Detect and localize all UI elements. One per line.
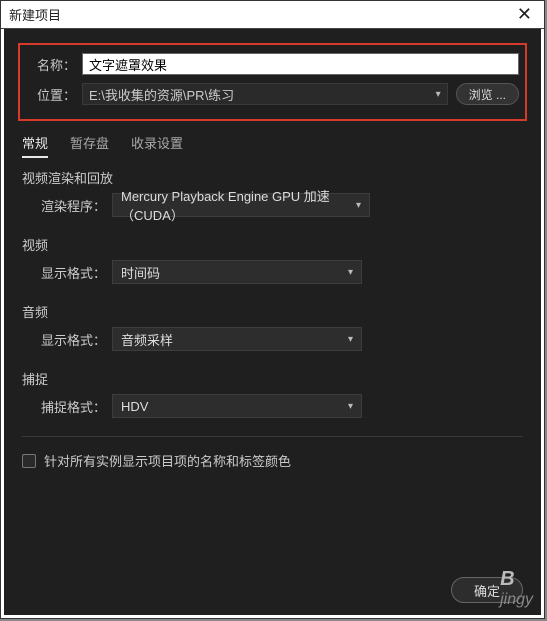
chevron-down-icon: ▾ [348, 401, 353, 412]
section-render-title: 视频渲染和回放 [22, 168, 523, 187]
capture-format-select[interactable]: HDV ▾ [112, 394, 362, 418]
capture-format-row: 捕捉格式： HDV ▾ [22, 394, 523, 418]
location-select[interactable]: E:\我收集的资源\PR\练习 ▾ [82, 83, 448, 105]
new-project-dialog: 新建项目 ✕ 名称： 位置： E:\我收集的资源\PR\练习 ▾ 浏览 ... … [0, 0, 545, 619]
video-format-select[interactable]: 时间码 ▾ [112, 260, 362, 284]
divider [22, 436, 523, 437]
browse-button[interactable]: 浏览 ... [456, 83, 519, 105]
tab-ingest-settings[interactable]: 收录设置 [131, 133, 183, 158]
section-video-title: 视频 [22, 235, 523, 254]
close-icon[interactable]: ✕ [511, 4, 538, 25]
checkbox-label: 针对所有实例显示项目项的名称和标签颜色 [44, 451, 291, 470]
section-render: 视频渲染和回放 渲染程序： Mercury Playback Engine GP… [22, 168, 523, 217]
tab-scratch-disks[interactable]: 暂存盘 [70, 133, 109, 158]
dialog-title: 新建项目 [9, 5, 61, 24]
chevron-down-icon: ▾ [436, 89, 441, 100]
audio-format-select[interactable]: 音频采样 ▾ [112, 327, 362, 351]
tab-general[interactable]: 常规 [22, 133, 48, 158]
location-row: 位置： E:\我收集的资源\PR\练习 ▾ 浏览 ... [26, 83, 519, 105]
section-audio: 音频 显示格式： 音频采样 ▾ [22, 302, 523, 351]
tabs: 常规 暂存盘 收录设置 [18, 131, 527, 158]
video-format-row: 显示格式： 时间码 ▾ [22, 260, 523, 284]
name-label: 名称： [26, 55, 76, 74]
watermark: B jingy [500, 568, 533, 609]
audio-format-row: 显示格式： 音频采样 ▾ [22, 327, 523, 351]
location-label: 位置： [26, 85, 76, 104]
renderer-select[interactable]: Mercury Playback Engine GPU 加速（CUDA） ▾ [112, 193, 370, 217]
chevron-down-icon: ▾ [356, 200, 361, 211]
checkbox-row: 针对所有实例显示项目项的名称和标签颜色 [22, 451, 523, 470]
location-value: E:\我收集的资源\PR\练习 [89, 85, 234, 104]
capture-format-label: 捕捉格式： [36, 397, 106, 416]
renderer-row: 渲染程序： Mercury Playback Engine GPU 加速（CUD… [22, 193, 523, 217]
highlight-region: 名称： 位置： E:\我收集的资源\PR\练习 ▾ 浏览 ... [18, 43, 527, 121]
show-names-checkbox[interactable] [22, 454, 36, 468]
chevron-down-icon: ▾ [348, 267, 353, 278]
section-video: 视频 显示格式： 时间码 ▾ [22, 235, 523, 284]
name-row: 名称： [26, 53, 519, 75]
section-audio-title: 音频 [22, 302, 523, 321]
section-capture: 捕捉 捕捉格式： HDV ▾ [22, 369, 523, 418]
section-capture-title: 捕捉 [22, 369, 523, 388]
name-input[interactable] [82, 53, 519, 75]
video-format-label: 显示格式： [36, 263, 106, 282]
dialog-body: 名称： 位置： E:\我收集的资源\PR\练习 ▾ 浏览 ... 常规 暂存盘 … [4, 29, 541, 615]
titlebar: 新建项目 ✕ [1, 1, 544, 29]
renderer-label: 渲染程序： [36, 196, 106, 215]
chevron-down-icon: ▾ [348, 334, 353, 345]
audio-format-label: 显示格式： [36, 330, 106, 349]
